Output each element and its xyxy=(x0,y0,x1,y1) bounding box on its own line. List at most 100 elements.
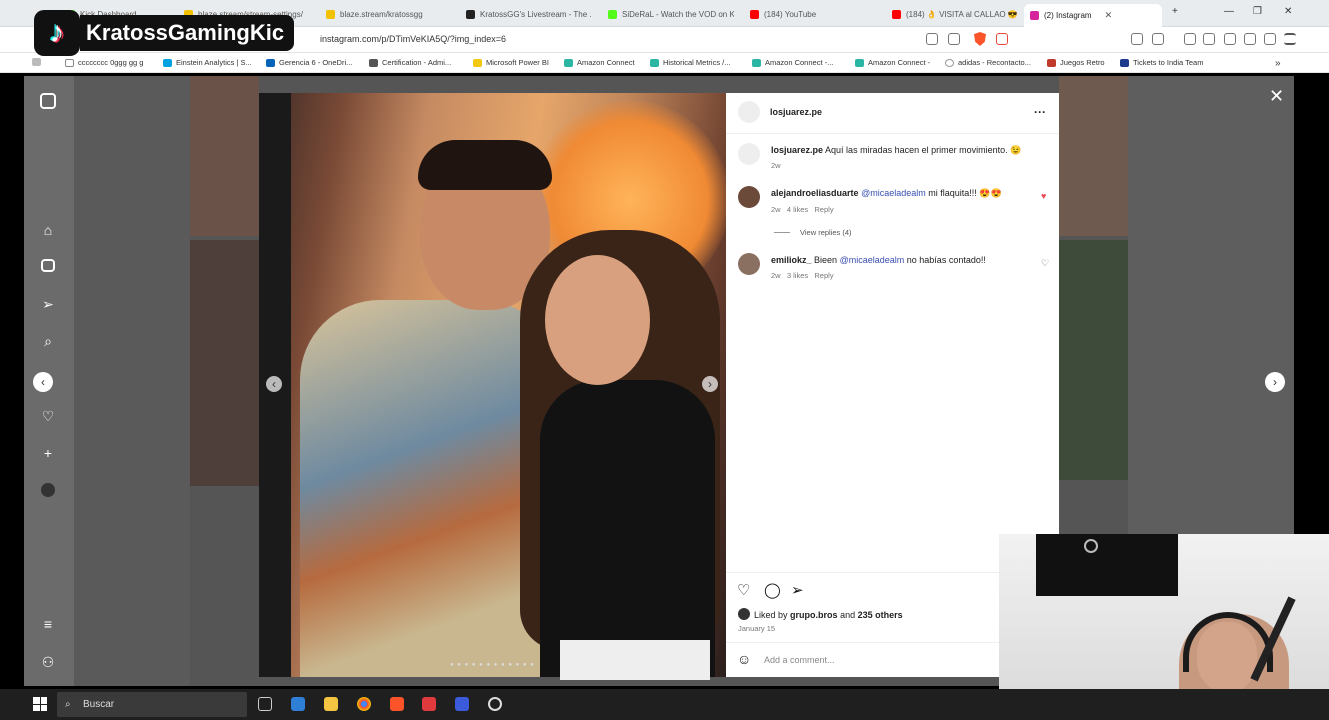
liked-by-user[interactable]: grupo.bros xyxy=(790,610,838,620)
home-icon[interactable]: ⌂ xyxy=(40,222,56,238)
tab-youtube[interactable]: (184) YouTube xyxy=(744,4,876,24)
tab-blaze-kratossgg[interactable]: blaze.stream/kratossgg xyxy=(320,4,448,24)
notifications-heart-icon[interactable]: ♡ xyxy=(40,408,56,424)
bookmark-item[interactable]: Gerencia 6 - OneDri... xyxy=(266,58,352,67)
next-post-button[interactable]: › xyxy=(1265,372,1285,392)
bookmark-item[interactable]: Historical Metrics /... xyxy=(650,58,731,67)
feed-background xyxy=(74,76,190,686)
add-comment-input[interactable]: Add a comment... xyxy=(764,655,835,665)
bookmark-item[interactable]: Tickets to India Team xyxy=(1120,58,1203,67)
reply-button[interactable]: Reply xyxy=(814,271,833,280)
caption-avatar[interactable] xyxy=(738,143,760,165)
tab-youtube-callao[interactable]: (184) 👌 VISITA al CALLAO 😎 xyxy=(886,4,1018,24)
close-modal-button[interactable]: ✕ xyxy=(1269,86,1284,107)
share-page-icon[interactable] xyxy=(948,33,960,45)
instagram-icon[interactable] xyxy=(40,93,56,109)
bookmark-item[interactable]: Amazon Connect xyxy=(564,58,635,67)
more-menu-icon[interactable]: ≡ xyxy=(40,616,56,632)
minimize-button[interactable]: — xyxy=(1224,6,1234,17)
amazon-connect-icon xyxy=(855,58,864,67)
amazon-connect-icon xyxy=(564,58,573,67)
search-icon[interactable]: ⌕ xyxy=(40,333,56,349)
amazon-connect-icon xyxy=(650,58,659,67)
more-bookmarks-button[interactable]: » xyxy=(1275,58,1281,69)
obs-icon[interactable] xyxy=(488,697,502,711)
windows-start-icon[interactable] xyxy=(33,697,47,711)
wallet-2-icon[interactable] xyxy=(1224,33,1236,45)
background-tile xyxy=(190,76,259,236)
sidebar-icon[interactable] xyxy=(1203,33,1215,45)
bookmark-item[interactable]: cccccccc 0ggg gg g xyxy=(65,58,143,67)
restore-button[interactable]: ❐ xyxy=(1253,6,1262,17)
media-icon[interactable] xyxy=(1184,33,1196,45)
like-heart-icon[interactable]: ♡ xyxy=(737,581,750,599)
task-view-icon[interactable] xyxy=(258,697,272,711)
post-author[interactable]: losjuarez.pe xyxy=(770,107,822,117)
chrome-icon[interactable] xyxy=(357,697,371,711)
comment-icon[interactable]: ◯ xyxy=(764,581,781,599)
comment-2: emiliokz_ Bieen @micaeladealm no habías … xyxy=(771,255,986,265)
vpn-icon[interactable] xyxy=(1264,33,1276,45)
comment-user[interactable]: emiliokz_ xyxy=(771,255,812,265)
close-window-button[interactable]: ✕ xyxy=(1284,6,1292,17)
share-icon[interactable]: ➢ xyxy=(791,581,804,599)
messages-icon[interactable]: ➢ xyxy=(40,296,56,312)
caption-user[interactable]: losjuarez.pe xyxy=(771,145,823,155)
leo-ai-icon[interactable] xyxy=(1244,33,1256,45)
extensions-icon[interactable] xyxy=(1131,33,1143,45)
apps-icon[interactable] xyxy=(32,58,41,66)
taskbar-search-box[interactable]: ⌕ Buscar xyxy=(57,692,247,717)
brave-icon[interactable] xyxy=(390,697,404,711)
bookmark-item[interactable]: adidas - Recontacto... xyxy=(945,58,1031,67)
file-explorer-icon[interactable] xyxy=(324,697,338,711)
new-tab-button[interactable]: + xyxy=(1172,6,1178,17)
carousel-next-button[interactable]: › xyxy=(702,376,718,392)
comment-likes[interactable]: 3 likes xyxy=(787,271,808,280)
bookmark-item[interactable]: Amazon Connect -... xyxy=(752,58,833,67)
close-tab-icon[interactable]: ✕ xyxy=(1105,10,1113,21)
comment-1: alejandroeliasduarte @micaeladealm mi fl… xyxy=(771,188,1002,199)
bookmark-item[interactable]: Einstein Analytics | S... xyxy=(163,58,252,67)
like-comment-heart-icon[interactable]: ♡ xyxy=(1041,258,1049,269)
bookmarks-bar: cccccccc 0ggg gg g Einstein Analytics | … xyxy=(0,53,1329,73)
liked-by-others[interactable]: 235 others xyxy=(858,610,903,620)
reels-icon[interactable] xyxy=(41,259,55,272)
create-icon[interactable]: + xyxy=(40,445,56,461)
bookmark-item[interactable]: Certification - Admi... xyxy=(369,58,451,67)
profile-avatar[interactable] xyxy=(41,483,55,497)
more-options-icon[interactable]: ··· xyxy=(1034,105,1046,119)
comment-user[interactable]: alejandroeliasduarte xyxy=(771,188,859,198)
outlook-icon[interactable] xyxy=(291,697,305,711)
meta-icon[interactable]: ⚇ xyxy=(40,654,56,670)
bookmark-item[interactable]: Juegos Retro xyxy=(1047,58,1105,67)
youtube-icon xyxy=(892,9,901,19)
menu-icon[interactable] xyxy=(1284,33,1296,45)
tab-kratossgg-livestream[interactable]: KratossGG's Livestream - The ... xyxy=(460,4,592,24)
bookmark-item[interactable]: Microsoft Power BI xyxy=(473,58,549,67)
author-avatar[interactable] xyxy=(738,101,760,123)
wallet-icon[interactable] xyxy=(1152,33,1164,45)
comment-mention[interactable]: @micaeladealm xyxy=(840,255,905,265)
app-icon[interactable] xyxy=(455,697,469,711)
comment-mention[interactable]: @micaeladealm xyxy=(861,188,926,198)
tab-instagram[interactable]: (2) Instagram ✕ xyxy=(1024,4,1162,27)
cast-icon[interactable] xyxy=(926,33,938,45)
previous-post-button[interactable]: ‹ xyxy=(33,372,53,392)
commenter-avatar[interactable] xyxy=(738,253,760,275)
commenter-avatar[interactable] xyxy=(738,186,760,208)
view-replies-button[interactable]: View replies (4) xyxy=(800,228,852,237)
media-app-icon[interactable] xyxy=(422,697,436,711)
comment-meta: 2w 4 likes Reply xyxy=(771,205,834,214)
emoji-icon[interactable]: ☺ xyxy=(737,651,751,667)
channel-name: KratossGamingKic xyxy=(80,14,295,51)
carousel-prev-button[interactable]: ‹ xyxy=(266,376,282,392)
bookmark-item[interactable]: Amazon Connect - xyxy=(855,58,930,67)
brave-rewards-icon[interactable] xyxy=(996,33,1008,45)
liked-heart-icon[interactable]: ♥ xyxy=(1041,191,1046,201)
windows-taskbar: ⌕ Buscar xyxy=(0,689,1329,720)
reply-button[interactable]: Reply xyxy=(814,205,833,214)
comment-likes[interactable]: 4 likes xyxy=(787,205,808,214)
url-field[interactable]: instagram.com/p/DTimVeKIA5Q/?img_index=6 xyxy=(320,34,506,44)
comment-text: mi flaquita!!! 😍😍 xyxy=(928,188,1002,198)
tab-sideral-vod[interactable]: SiDeRaL - Watch the VOD on K... xyxy=(602,4,734,24)
